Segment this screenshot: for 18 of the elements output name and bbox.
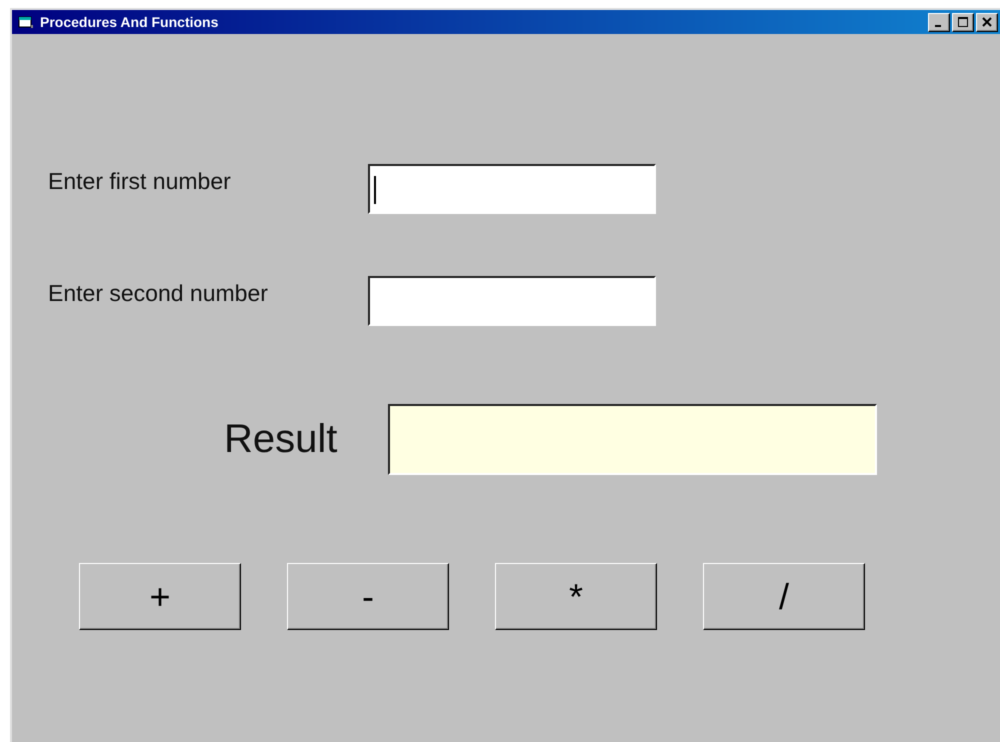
maximize-icon [958, 17, 968, 27]
number-input-field[interactable] [368, 276, 656, 326]
window-app-icon [18, 15, 34, 29]
operator-button[interactable]: / [703, 563, 865, 630]
maximize-button[interactable] [952, 12, 974, 32]
operator-button[interactable]: - [287, 563, 449, 630]
number-input-field[interactable] [368, 164, 656, 214]
result-field[interactable] [388, 404, 877, 475]
operator-button[interactable]: * [495, 563, 657, 630]
close-button[interactable] [976, 12, 998, 32]
field-label: Enter second number [48, 280, 269, 307]
close-icon [982, 17, 992, 27]
minimize-icon [935, 24, 941, 26]
operator-button[interactable]: + [79, 563, 241, 630]
window-title: Procedures And Functions [40, 14, 220, 30]
result-label: Result [224, 417, 338, 462]
minimize-button[interactable] [928, 12, 950, 32]
field-label: Enter first number [48, 168, 232, 195]
